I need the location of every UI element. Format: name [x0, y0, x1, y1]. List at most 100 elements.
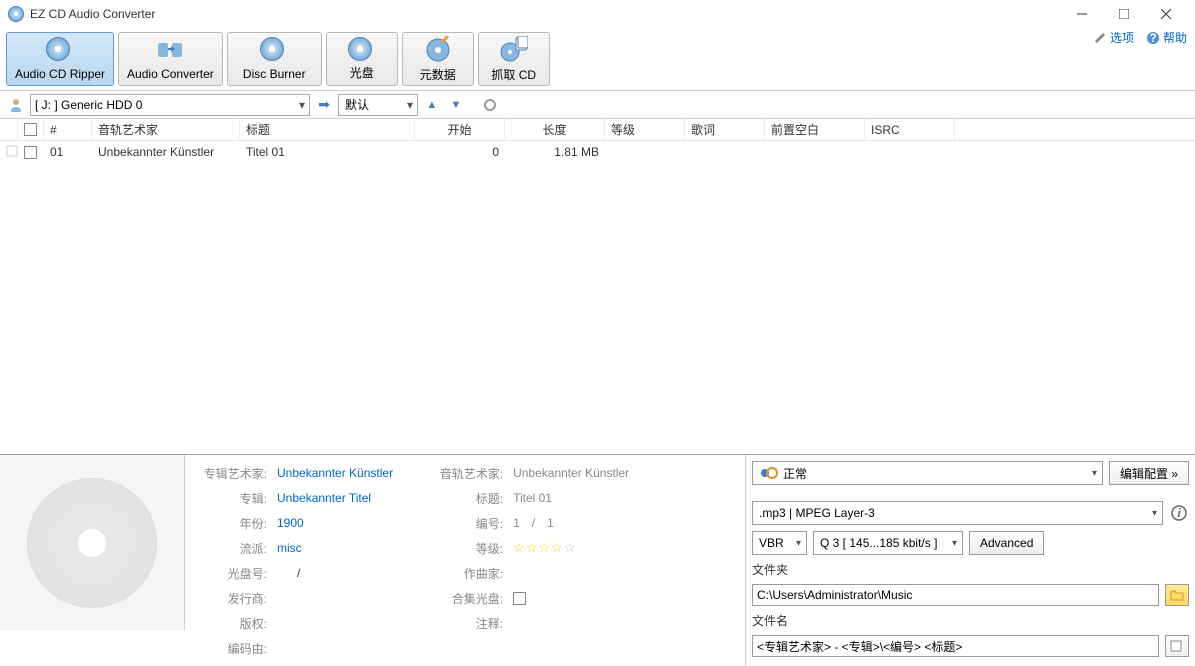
drive-selector[interactable]: [ J: ] Generic HDD 0: [30, 94, 310, 116]
burn-icon: [260, 37, 288, 65]
folder-input[interactable]: C:\Users\Administrator\Music: [752, 584, 1159, 606]
top-links: 选项 ? 帮助: [1093, 29, 1187, 46]
mode-text: 默认: [345, 96, 369, 113]
rating-stars[interactable]: ☆ ☆ ☆ ☆ ☆: [513, 540, 575, 556]
svg-text:?: ?: [1149, 31, 1156, 45]
notes-label: 注释:: [433, 615, 503, 632]
mode-selector[interactable]: 默认: [338, 94, 418, 116]
cd-icon: [46, 37, 74, 65]
toolbar-label: 元数据: [420, 66, 456, 83]
table-row[interactable]: 01 Unbekannter Künstler Titel 01 0 1.81 …: [0, 141, 1195, 163]
col-num[interactable]: #: [44, 119, 92, 140]
year-label: 年份:: [197, 515, 267, 532]
genre-value[interactable]: misc: [277, 541, 302, 555]
track-num-value[interactable]: 1: [513, 516, 520, 530]
disc-burner-button[interactable]: Disc Burner: [227, 32, 322, 86]
track-total[interactable]: 1: [547, 516, 554, 530]
minimize-button[interactable]: [1061, 0, 1103, 28]
drive-bar: [ J: ] Generic HDD 0 ➡ 默认 ▲ ▼: [0, 91, 1195, 119]
help-icon: ?: [1146, 31, 1160, 45]
compilation-checkbox[interactable]: [513, 592, 526, 605]
titlebar: EZ CD Audio Converter: [0, 0, 1195, 28]
edit-config-button[interactable]: 编辑配置 »: [1109, 461, 1189, 485]
rip-cd-button[interactable]: 抓取 CD: [478, 32, 550, 86]
drive-text: [ J: ] Generic HDD 0: [35, 98, 142, 112]
audio-converter-button[interactable]: Audio Converter: [118, 32, 223, 86]
format-selector[interactable]: .mp3 | MPEG Layer-3: [752, 501, 1163, 525]
star-icon: ☆: [564, 540, 576, 556]
format-text: .mp3 | MPEG Layer-3: [759, 506, 875, 520]
cell-title: Titel 01: [240, 145, 415, 159]
col-lyrics[interactable]: 歌词: [685, 119, 765, 140]
refresh-button[interactable]: [480, 95, 500, 115]
maximize-button[interactable]: [1103, 0, 1145, 28]
col-title[interactable]: 标题: [240, 119, 415, 140]
profile-text: 正常: [783, 465, 807, 482]
genre-label: 流派:: [197, 540, 267, 557]
options-text: 选项: [1110, 29, 1134, 46]
wrench-icon: [1093, 31, 1107, 45]
col-pregap[interactable]: 前置空白: [765, 119, 865, 140]
table-header: # 音轨艺术家 标题 开始 长度 等级 歌词 前置空白 ISRC: [0, 119, 1195, 141]
vbr-selector[interactable]: VBR: [752, 531, 807, 555]
track-title-value[interactable]: Titel 01: [513, 491, 552, 505]
user-icon[interactable]: [6, 95, 26, 115]
disc-button[interactable]: 光盘: [326, 32, 398, 86]
folder-label: 文件夹: [752, 561, 1189, 578]
filename-input[interactable]: <专辑艺术家> - <专辑>\<编号> <标题>: [752, 635, 1159, 657]
edit-icon: [1170, 640, 1184, 652]
audio-cd-ripper-button[interactable]: Audio CD Ripper: [6, 32, 114, 86]
cell-length: 1.81 MB: [505, 145, 605, 159]
rating-label: 等级:: [433, 540, 503, 557]
cell-artist: Unbekannter Künstler: [92, 145, 240, 159]
col-artist[interactable]: 音轨艺术家: [92, 119, 240, 140]
col-length[interactable]: 长度: [505, 119, 605, 140]
quality-text: Q 3 [ 145...185 kbit/s ]: [820, 536, 937, 550]
folder-icon: [1170, 589, 1184, 601]
track-num-label: 编号:: [433, 515, 503, 532]
filename-pattern: <专辑艺术家> - <专辑>\<编号> <标题>: [757, 638, 962, 655]
track-artist-value[interactable]: Unbekannter Künstler: [513, 466, 629, 480]
profile-selector[interactable]: 正常: [752, 461, 1103, 485]
album-artist-value[interactable]: Unbekannter Künstler: [277, 466, 393, 480]
vbr-text: VBR: [759, 536, 784, 550]
select-all-checkbox[interactable]: [24, 123, 37, 136]
convert-icon: [156, 37, 184, 65]
year-value[interactable]: 1900: [277, 516, 304, 530]
browse-folder-button[interactable]: [1165, 584, 1189, 606]
toolbar-label: 抓取 CD: [491, 66, 536, 83]
col-rating[interactable]: 等级: [605, 119, 685, 140]
metadata-panel: 专辑艺术家:Unbekannter Künstler 专辑:Unbekannte…: [185, 455, 745, 666]
disc-num-value[interactable]: /: [297, 566, 300, 580]
filename-edit-button[interactable]: [1165, 635, 1189, 657]
col-start[interactable]: 开始: [415, 119, 505, 140]
rip-icon: [500, 36, 528, 64]
track-num-sep: /: [532, 516, 535, 530]
eject-button[interactable]: ▲: [422, 95, 442, 115]
go-button[interactable]: ➡: [314, 95, 334, 115]
toolbar-label: Audio Converter: [127, 67, 214, 81]
quality-selector[interactable]: Q 3 [ 145...185 kbit/s ]: [813, 531, 963, 555]
star-icon: ☆: [513, 540, 525, 556]
help-text: 帮助: [1163, 29, 1187, 46]
info-button[interactable]: i: [1169, 503, 1189, 523]
main-toolbar: Audio CD Ripper Audio Converter Disc Bur…: [0, 28, 1195, 91]
track-title-label: 标题:: [433, 490, 503, 507]
album-value[interactable]: Unbekannter Titel: [277, 491, 371, 505]
help-link[interactable]: ? 帮助: [1146, 29, 1187, 46]
load-button[interactable]: ▼: [446, 95, 466, 115]
disc-icon: [348, 37, 376, 62]
window-title: EZ CD Audio Converter: [30, 7, 1061, 21]
col-isrc[interactable]: ISRC: [865, 119, 955, 140]
window-controls: [1061, 0, 1187, 28]
track-table: # 音轨艺术家 标题 开始 长度 等级 歌词 前置空白 ISRC 01 Unbe…: [0, 119, 1195, 454]
advanced-button[interactable]: Advanced: [969, 531, 1044, 555]
close-button[interactable]: [1145, 0, 1187, 28]
row-checkbox[interactable]: [24, 146, 37, 159]
album-label: 专辑:: [197, 490, 267, 507]
toolbar-label: 光盘: [350, 64, 374, 81]
album-art-area[interactable]: [0, 455, 185, 630]
options-link[interactable]: 选项: [1093, 29, 1134, 46]
metadata-button[interactable]: 元数据: [402, 32, 474, 86]
output-panel: 正常 编辑配置 » .mp3 | MPEG Layer-3 i VBR Q 3 …: [745, 455, 1195, 666]
